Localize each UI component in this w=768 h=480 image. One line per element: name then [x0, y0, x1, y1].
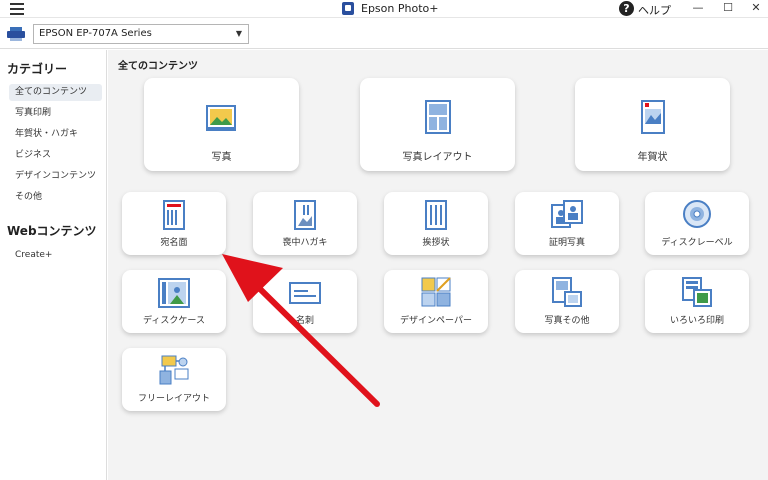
- card-mourning-postcard[interactable]: 喪中ハガキ: [253, 192, 357, 255]
- card-address-side[interactable]: 宛名面: [122, 192, 226, 255]
- sidebar-item-other[interactable]: その他: [9, 189, 102, 206]
- card-label: 写真: [211, 152, 232, 163]
- address-card-icon: [163, 200, 185, 230]
- mourning-postcard-icon: [294, 200, 316, 230]
- card-label: 写真その他: [544, 316, 590, 326]
- photo-layout-icon: [425, 100, 451, 134]
- card-greeting[interactable]: 挨拶状: [384, 192, 488, 255]
- new-year-card-icon: [641, 100, 665, 134]
- various-print-icon: [682, 277, 712, 307]
- printer-select[interactable]: EPSON EP-707A Series ▼: [33, 24, 249, 44]
- disc-case-icon: [158, 278, 190, 308]
- printer-select-value: EPSON EP-707A Series: [39, 28, 152, 39]
- card-new-year[interactable]: 年賀状: [575, 78, 730, 171]
- sidebar-item-photo-print[interactable]: 写真印刷: [9, 105, 102, 122]
- printer-toolbar: EPSON EP-707A Series ▼: [0, 19, 768, 49]
- card-label: デザインペーパー: [400, 316, 472, 326]
- greeting-card-icon: [425, 200, 447, 230]
- minimize-button[interactable]: —: [686, 0, 710, 17]
- sidebar-item-create-plus[interactable]: Create+: [9, 247, 102, 264]
- photo-other-icon: [552, 277, 582, 307]
- sidebar-item-design[interactable]: デザインコンテンツ: [9, 168, 102, 185]
- card-various-print[interactable]: いろいろ印刷: [645, 270, 749, 333]
- sidebar-item-new-year-postcard[interactable]: 年賀状・ハガキ: [9, 126, 102, 143]
- disc-icon: [683, 200, 711, 228]
- card-label: 宛名面: [160, 238, 188, 248]
- card-label: いろいろ印刷: [669, 316, 724, 326]
- business-card-icon: [289, 282, 321, 304]
- card-label: ディスクレーベル: [661, 238, 733, 248]
- card-label: 挨拶状: [422, 238, 450, 248]
- card-label: フリーレイアウト: [137, 394, 210, 404]
- card-business-card[interactable]: 名刺: [253, 270, 357, 333]
- help-icon[interactable]: ?: [619, 1, 634, 16]
- free-layout-icon: [159, 355, 189, 385]
- card-photo-other[interactable]: 写真その他: [515, 270, 619, 333]
- sidebar-item-all[interactable]: 全てのコンテンツ: [9, 84, 102, 101]
- card-photo-layout[interactable]: 写真レイアウト: [360, 78, 515, 171]
- design-paper-icon: [421, 277, 451, 307]
- sidebar: カテゴリー 全てのコンテンツ 写真印刷 年賀状・ハガキ ビジネス デザインコンテ…: [0, 50, 107, 480]
- card-disc-label[interactable]: ディスクレーベル: [645, 192, 749, 255]
- card-photo[interactable]: 写真: [144, 78, 299, 171]
- web-content-heading: Webコンテンツ: [7, 224, 97, 238]
- card-free-layout[interactable]: フリーレイアウト: [122, 348, 226, 411]
- app-icon: [342, 2, 354, 15]
- card-label: 写真レイアウト: [402, 152, 473, 163]
- page-title: 全てのコンテンツ: [118, 61, 198, 72]
- app-title: Epson Photo+: [361, 2, 439, 15]
- card-label: ディスクケース: [143, 316, 205, 326]
- card-label: 年賀状: [637, 152, 668, 163]
- menu-icon[interactable]: [10, 3, 24, 15]
- content-area: 全てのコンテンツ 写真 写真レイアウト 年賀状 宛名面 喪中ハガキ 挨拶状 証明…: [108, 50, 768, 480]
- close-button[interactable]: ✕: [744, 0, 768, 17]
- photo-icon: [206, 105, 236, 131]
- card-label: 喪中ハガキ: [282, 238, 328, 248]
- sidebar-item-business[interactable]: ビジネス: [9, 147, 102, 164]
- printer-icon: [7, 27, 25, 41]
- card-disc-case[interactable]: ディスクケース: [122, 270, 226, 333]
- category-heading: カテゴリー: [7, 62, 68, 76]
- help-button[interactable]: ヘルプ: [638, 2, 671, 18]
- card-label: 名刺: [295, 316, 314, 326]
- title-bar: Epson Photo+ ? ヘルプ — ☐ ✕: [0, 0, 768, 18]
- chevron-down-icon: ▼: [235, 29, 242, 38]
- card-id-photo[interactable]: 証明写真: [515, 192, 619, 255]
- card-design-paper[interactable]: デザインペーパー: [384, 270, 488, 333]
- id-photo-icon: [551, 200, 583, 228]
- maximize-button[interactable]: ☐: [716, 0, 740, 17]
- card-label: 証明写真: [548, 238, 585, 248]
